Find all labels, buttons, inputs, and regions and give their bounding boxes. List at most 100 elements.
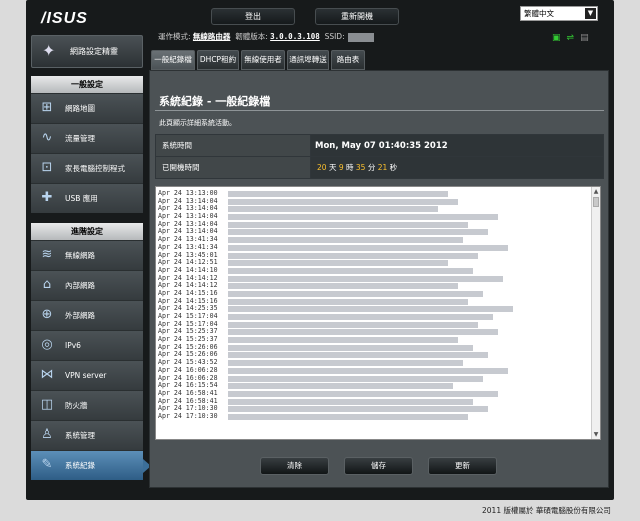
scroll-up-icon[interactable]: ▲ — [592, 187, 600, 196]
uptime-hours-unit: 時 — [346, 163, 354, 172]
content-panel: 系統紀錄 - 一般紀錄檔 此頁顯示詳細系統活動。 系統時間 Mon, May 0… — [149, 70, 609, 488]
clear-button[interactable]: 清除 — [260, 457, 329, 475]
redacted-log-message — [228, 252, 478, 259]
redacted-log-message — [228, 329, 498, 336]
uptime-value: 20 天 9 時 35 分 21 秒 — [310, 156, 604, 179]
scroll-down-icon[interactable]: ▼ — [592, 430, 600, 439]
uptime-hours: 9 — [338, 163, 344, 172]
redacted-log-message — [228, 306, 513, 313]
footer-copyright: 2011 版權屬於 華碩電腦股份有限公司 — [482, 506, 611, 515]
redacted-log-message — [228, 298, 468, 305]
sidebar-item-lan[interactable]: ⌂ 內部網路 — [31, 270, 143, 300]
redacted-log-message — [228, 237, 463, 244]
log-scrollbar[interactable]: ▲ ▼ — [591, 187, 600, 439]
chevron-down-icon[interactable]: ▼ — [585, 8, 596, 19]
redacted-log-message — [228, 290, 483, 297]
tab-wireless-clients[interactable]: 無線使用者 — [241, 50, 285, 70]
sidebar-item-admin[interactable]: ♙ 系統管理 — [31, 420, 143, 450]
refresh-button[interactable]: 更新 — [428, 457, 497, 475]
sidebar-item-parental[interactable]: ⊡ 家長電腦控制程式 — [31, 153, 143, 183]
firewall-icon: ◫ — [40, 397, 54, 412]
redacted-log-message — [228, 337, 458, 344]
sidebar-item-firewall[interactable]: ◫ 防火牆 — [31, 390, 143, 420]
mode-link[interactable]: 無線路由器 — [193, 32, 231, 41]
redacted-log-message — [228, 390, 498, 397]
uptime-days-unit: 天 — [328, 163, 337, 172]
save-button[interactable]: 儲存 — [344, 457, 413, 475]
advanced-menu-header: 進階設定 — [31, 223, 143, 240]
sidebar-item-system-log[interactable]: ✎ 系統紀錄 — [31, 450, 151, 480]
uptime-seconds-unit: 秒 — [389, 163, 398, 172]
sidebar-item-label: 無線網路 — [65, 251, 95, 260]
redacted-log-message — [228, 314, 493, 320]
sidebar-item-vpn[interactable]: ⋈ VPN server — [31, 360, 143, 390]
sidebar-item-label: 防火牆 — [65, 401, 88, 410]
redacted-log-message — [228, 367, 508, 374]
sidebar-item-label: 網路地圖 — [65, 104, 95, 113]
sidebar-item-label: IPv6 — [65, 341, 81, 350]
log-textarea[interactable]: Apr 24 13:13:00 Apr 24 13:14:04 Apr 24 13:… — [155, 186, 601, 440]
uptime-seconds: 21 — [377, 163, 388, 172]
table-row: 已開機時間 20 天 9 時 35 分 21 秒 — [155, 156, 604, 179]
sidebar-item-traffic[interactable]: ∿ 流量管理 — [31, 123, 143, 153]
system-time-label: 系統時間 — [155, 134, 311, 157]
tab-general-log[interactable]: 一般紀錄檔 — [151, 50, 195, 70]
tab-dhcp[interactable]: DHCP租約 — [197, 50, 239, 70]
advanced-menu: 進階設定 ≋ 無線網路 ⌂ 內部網路 ⊕ 外部網路 ◎ IPv6 ⋈ VPN server… — [31, 223, 151, 480]
mode-label: 運作模式: — [158, 32, 191, 41]
uptime-label: 已開機時間 — [155, 156, 311, 179]
redacted-log-message — [228, 375, 483, 382]
uptime-minutes: 35 — [355, 163, 366, 172]
scroll-thumb[interactable] — [593, 197, 599, 207]
sidebar-item-label: 家長電腦控制程式 — [65, 164, 125, 173]
uptime-minutes-unit: 分 — [367, 163, 376, 172]
redacted-log-message — [228, 344, 473, 351]
sidebar-item-ipv6[interactable]: ◎ IPv6 — [31, 330, 143, 360]
lan-icon: ⌂ — [42, 277, 52, 292]
vpn-icon: ⋈ — [40, 367, 54, 382]
divider — [155, 110, 604, 111]
page-description: 此頁顯示詳細系統活動。 — [159, 119, 236, 127]
log-icon: ✎ — [41, 457, 53, 472]
sidebar-item-label: USB 應用 — [65, 194, 98, 203]
redacted-log-message — [228, 360, 463, 367]
ssid-label: SSID: — [324, 32, 345, 41]
tab-port-forwarding[interactable]: 通訊埠轉送 — [287, 50, 329, 70]
sidebar-item-network-map[interactable]: ⊞ 網路地圖 — [31, 93, 143, 123]
wan-icon: ⊕ — [41, 307, 53, 322]
redacted-log-message — [228, 214, 498, 221]
redacted-log-message — [228, 206, 438, 213]
firmware-link[interactable]: 3.0.0.3.108 — [270, 32, 320, 41]
sidebar-item-usb[interactable]: ✚ USB 應用 — [31, 183, 143, 213]
page-title: 系統紀錄 - 一般紀錄檔 — [159, 95, 271, 108]
redacted-log-message — [228, 229, 488, 236]
network-icon[interactable]: ▣ — [552, 33, 567, 43]
ssid-value — [347, 32, 374, 42]
info-bar: 運作模式: 無線路由器 韌體版本: 3.0.0.3.108 SSID: — [158, 31, 374, 42]
sidebar-item-wan[interactable]: ⊕ 外部網路 — [31, 300, 143, 330]
logout-button[interactable]: 登出 — [211, 8, 295, 25]
redacted-log-message — [228, 406, 488, 413]
sidebar-item-label: VPN server — [65, 371, 107, 380]
table-row: 系統時間 Mon, May 07 01:40:35 2012 — [155, 134, 604, 157]
printer-icon[interactable]: ▤ — [580, 33, 595, 43]
redacted-log-message — [228, 260, 448, 267]
sidebar-item-label: 外部網路 — [65, 311, 95, 320]
wireless-icon: ≋ — [41, 247, 53, 262]
parental-control-icon: ⊡ — [41, 160, 53, 175]
asus-logo: /ISUS — [41, 10, 88, 27]
reboot-button[interactable]: 重新開機 — [315, 8, 399, 25]
language-select[interactable]: 繁體中文 ▼ — [520, 6, 598, 21]
redacted-log-message — [228, 383, 453, 390]
general-menu-header: 一般設定 — [31, 76, 143, 93]
system-time-value: Mon, May 07 01:40:35 2012 — [310, 134, 604, 157]
sidebar-item-label: 內部網路 — [65, 281, 95, 290]
general-menu: 一般設定 ⊞ 網路地圖 ∿ 流量管理 ⊡ 家長電腦控制程式 ✚ USB 應用 — [31, 76, 143, 213]
redacted-log-message — [228, 198, 458, 205]
quick-setup-button[interactable]: ✦ 網路設定精靈 — [31, 35, 143, 68]
usb-icon[interactable]: ⇌ — [567, 33, 581, 43]
tab-routing-table[interactable]: 路由表 — [331, 50, 365, 70]
log-line: Apr 24 17:10:30 — [158, 412, 468, 421]
redacted-log-message — [228, 352, 488, 359]
sidebar-item-wireless[interactable]: ≋ 無線網路 — [31, 240, 143, 270]
